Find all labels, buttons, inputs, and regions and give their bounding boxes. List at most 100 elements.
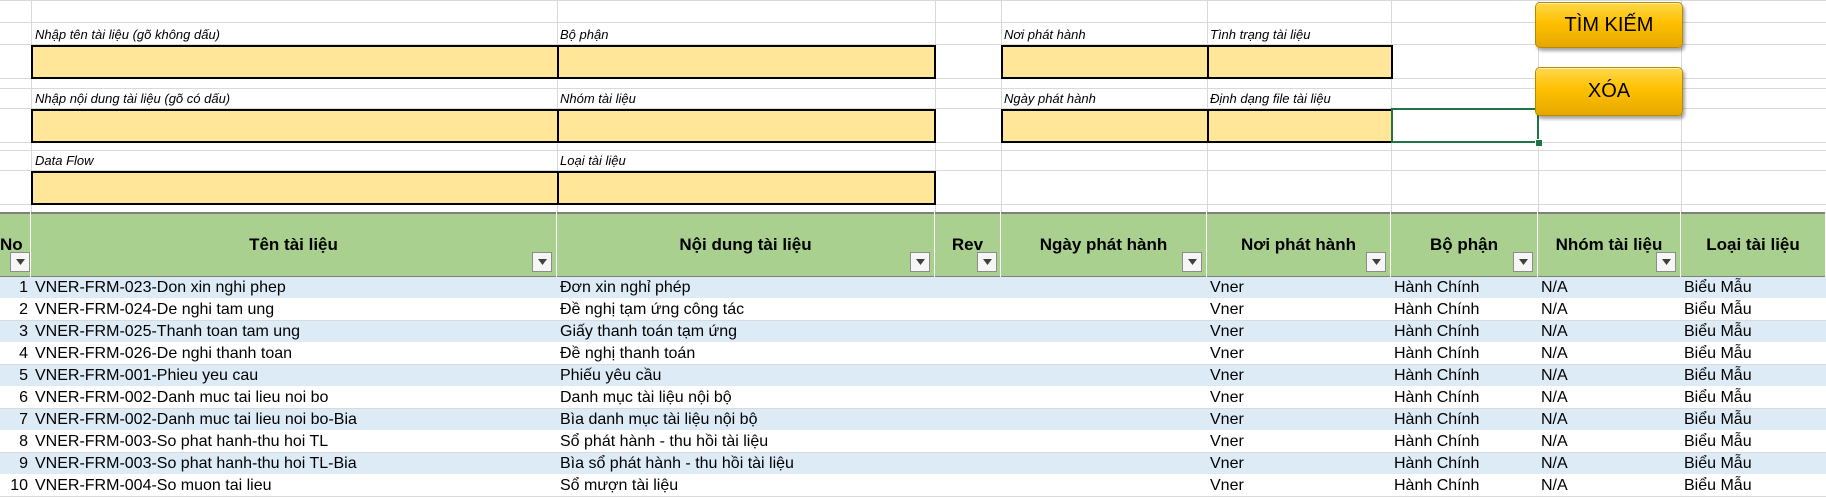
cell-document-content[interactable]: Bìa sổ phát hành - thu hồi tài liệu	[560, 453, 932, 475]
cell-document-content[interactable]: Phiếu yêu cầu	[560, 365, 932, 387]
clear-button[interactable]: XÓA	[1535, 67, 1683, 116]
cell-document-group[interactable]: N/A	[1541, 299, 1678, 321]
filter-dropdown-department[interactable]	[1513, 252, 1533, 272]
cell-rev[interactable]	[938, 475, 998, 497]
cell-issue-date[interactable]	[1004, 475, 1204, 497]
cell-department[interactable]: Hành Chính	[1394, 453, 1535, 475]
cell-document-group[interactable]: N/A	[1541, 343, 1678, 365]
cell-document-type[interactable]: Biểu Mẫu	[1684, 299, 1826, 321]
cell-document-group[interactable]: N/A	[1541, 409, 1678, 431]
table-row[interactable]: 4 VNER-FRM-026-De nghi thanh toan Đề nghị …	[0, 343, 1826, 365]
cell-document-name[interactable]: VNER-FRM-023-Don xin nghi phep	[35, 277, 555, 299]
cell-document-content[interactable]: Đề nghị thanh toán	[560, 343, 932, 365]
cell-document-content[interactable]: Sổ phát hành - thu hồi tài liệu	[560, 431, 932, 453]
cell-issue-date[interactable]	[1004, 453, 1204, 475]
cell-rev[interactable]	[938, 343, 998, 365]
cell-document-type[interactable]: Biểu Mẫu	[1684, 409, 1826, 431]
cell-issuer[interactable]: Vner	[1210, 475, 1388, 497]
issue-date-input[interactable]	[1001, 109, 1209, 143]
cell-issuer[interactable]: Vner	[1210, 431, 1388, 453]
document-content-input[interactable]	[31, 109, 559, 143]
table-row[interactable]: 3 VNER-FRM-025-Thanh toan tam ung Giấy tha…	[0, 321, 1826, 343]
cell-document-name[interactable]: VNER-FRM-003-So phat hanh-thu hoi TL	[35, 431, 555, 453]
filter-dropdown-document-name[interactable]	[532, 252, 552, 272]
cell-document-content[interactable]: Bìa danh mục tài liệu nội bộ	[560, 409, 932, 431]
cell-issue-date[interactable]	[1004, 277, 1204, 299]
table-row[interactable]: 8 VNER-FRM-003-So phat hanh-thu hoi TL Sổ …	[0, 431, 1826, 453]
cell-document-group[interactable]: N/A	[1541, 387, 1678, 409]
cell-document-name[interactable]: VNER-FRM-002-Danh muc tai lieu noi bo	[35, 387, 555, 409]
cell-issuer[interactable]: Vner	[1210, 277, 1388, 299]
cell-document-name[interactable]: VNER-FRM-003-So phat hanh-thu hoi TL-Bia	[35, 453, 555, 475]
cell-rev[interactable]	[938, 453, 998, 475]
cell-department[interactable]: Hành Chính	[1394, 299, 1535, 321]
department-input[interactable]	[557, 45, 936, 79]
cell-no[interactable]: 9	[0, 453, 28, 475]
filter-dropdown-document-content[interactable]	[910, 252, 930, 272]
file-format-input[interactable]	[1207, 109, 1393, 143]
cell-rev[interactable]	[938, 321, 998, 343]
cell-department[interactable]: Hành Chính	[1394, 475, 1535, 497]
cell-issue-date[interactable]	[1004, 321, 1204, 343]
document-type-input[interactable]	[557, 171, 936, 205]
cell-document-group[interactable]: N/A	[1541, 321, 1678, 343]
filter-dropdown-issuer[interactable]	[1366, 252, 1386, 272]
cell-issue-date[interactable]	[1004, 343, 1204, 365]
cell-no[interactable]: 3	[0, 321, 28, 343]
filter-dropdown-document-group[interactable]	[1656, 252, 1676, 272]
cell-no[interactable]: 8	[0, 431, 28, 453]
cell-rev[interactable]	[938, 277, 998, 299]
table-row[interactable]: 6 VNER-FRM-002-Danh muc tai lieu noi bo Da…	[0, 387, 1826, 409]
cell-document-group[interactable]: N/A	[1541, 453, 1678, 475]
cell-rev[interactable]	[938, 299, 998, 321]
table-row[interactable]: 1 VNER-FRM-023-Don xin nghi phep Đơn xin n…	[0, 277, 1826, 299]
cell-rev[interactable]	[938, 387, 998, 409]
cell-issue-date[interactable]	[1004, 365, 1204, 387]
cell-issue-date[interactable]	[1004, 299, 1204, 321]
cell-issuer[interactable]: Vner	[1210, 387, 1388, 409]
cell-issuer[interactable]: Vner	[1210, 299, 1388, 321]
cell-issuer[interactable]: Vner	[1210, 409, 1388, 431]
cell-rev[interactable]	[938, 365, 998, 387]
cell-document-type[interactable]: Biểu Mẫu	[1684, 387, 1826, 409]
cell-rev[interactable]	[938, 409, 998, 431]
cell-issuer[interactable]: Vner	[1210, 453, 1388, 475]
table-row[interactable]: 5 VNER-FRM-001-Phieu yeu cau Phiếu yêu cầu…	[0, 365, 1826, 387]
data-flow-input[interactable]	[31, 171, 559, 205]
cell-issue-date[interactable]	[1004, 409, 1204, 431]
cell-department[interactable]: Hành Chính	[1394, 431, 1535, 453]
cell-department[interactable]: Hành Chính	[1394, 343, 1535, 365]
cell-no[interactable]: 6	[0, 387, 28, 409]
filter-dropdown-issue-date[interactable]	[1182, 252, 1202, 272]
cell-issue-date[interactable]	[1004, 431, 1204, 453]
cell-issuer[interactable]: Vner	[1210, 365, 1388, 387]
cell-issuer[interactable]: Vner	[1210, 321, 1388, 343]
cell-department[interactable]: Hành Chính	[1394, 409, 1535, 431]
cell-document-type[interactable]: Biểu Mẫu	[1684, 343, 1826, 365]
active-cell-selection[interactable]	[1391, 108, 1539, 143]
cell-rev[interactable]	[938, 431, 998, 453]
cell-document-name[interactable]: VNER-FRM-004-So muon tai lieu	[35, 475, 555, 497]
cell-no[interactable]: 10	[0, 475, 28, 497]
cell-document-type[interactable]: Biểu Mẫu	[1684, 365, 1826, 387]
issuer-input[interactable]	[1001, 45, 1209, 79]
cell-document-name[interactable]: VNER-FRM-024-De nghi tam ung	[35, 299, 555, 321]
cell-document-type[interactable]: Biểu Mẫu	[1684, 453, 1826, 475]
cell-document-content[interactable]: Sổ mượn tài liệu	[560, 475, 932, 497]
cell-department[interactable]: Hành Chính	[1394, 277, 1535, 299]
cell-document-type[interactable]: Biểu Mẫu	[1684, 277, 1826, 299]
cell-department[interactable]: Hành Chính	[1394, 387, 1535, 409]
cell-document-name[interactable]: VNER-FRM-026-De nghi thanh toan	[35, 343, 555, 365]
cell-no[interactable]: 7	[0, 409, 28, 431]
cell-document-name[interactable]: VNER-FRM-001-Phieu yeu cau	[35, 365, 555, 387]
cell-issuer[interactable]: Vner	[1210, 343, 1388, 365]
filter-dropdown-no[interactable]	[10, 252, 30, 272]
search-button[interactable]: TÌM KIẾM	[1535, 2, 1683, 48]
cell-document-content[interactable]: Đề nghị tạm ứng công tác	[560, 299, 932, 321]
document-status-input[interactable]	[1207, 45, 1393, 79]
cell-no[interactable]: 1	[0, 277, 28, 299]
cell-department[interactable]: Hành Chính	[1394, 321, 1535, 343]
cell-department[interactable]: Hành Chính	[1394, 365, 1535, 387]
cell-document-group[interactable]: N/A	[1541, 431, 1678, 453]
cell-document-type[interactable]: Biểu Mẫu	[1684, 321, 1826, 343]
